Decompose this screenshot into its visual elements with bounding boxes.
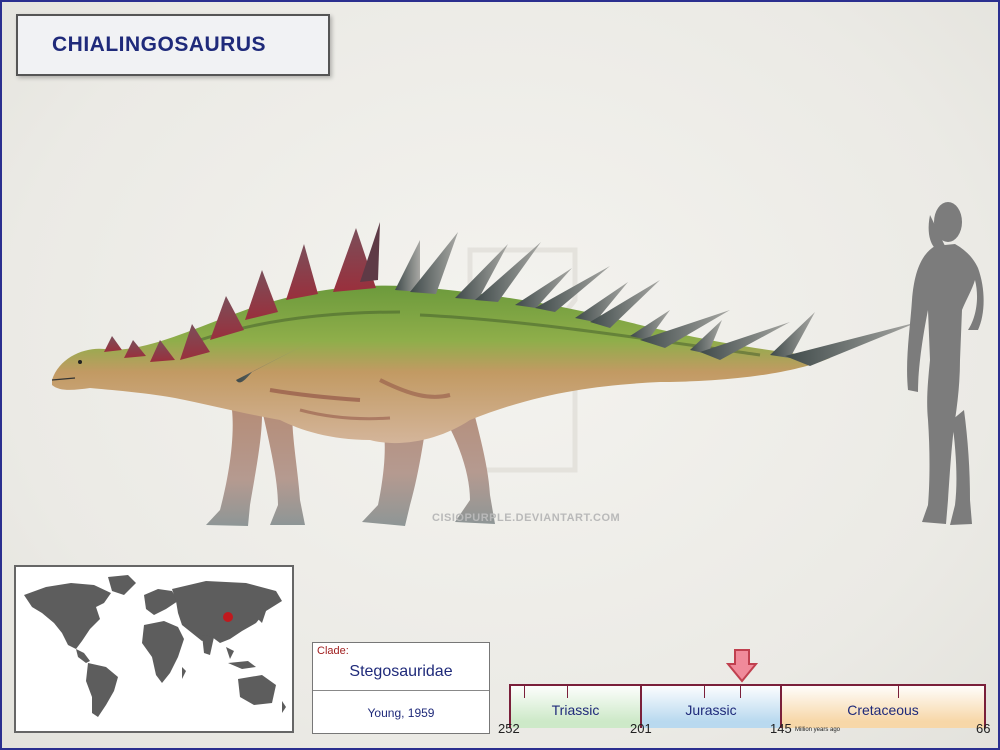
clade-author: Young, 1959 <box>367 706 435 720</box>
tick-minor <box>704 684 705 698</box>
period-label-triassic: Triassic <box>551 702 600 718</box>
clade-divider <box>313 690 489 691</box>
tick-minor <box>898 684 899 698</box>
period-label-cretaceous: Cretaceous <box>847 702 919 718</box>
tick-label-145: 145 <box>770 721 792 736</box>
clade-label: Clade: <box>317 645 349 657</box>
human-silhouette <box>907 202 984 525</box>
clade-name: Stegosauridae <box>349 663 453 680</box>
tick-label-252: 252 <box>498 721 520 736</box>
tick-label-66: 66 <box>976 721 991 736</box>
world-map-graphic <box>24 575 286 717</box>
tick-minor <box>740 684 741 698</box>
tick-minor <box>567 684 568 698</box>
geologic-timeline: Triassic Jurassic Cretaceous 252 201 145… <box>498 640 1000 745</box>
world-map <box>14 565 294 733</box>
period-label-jurassic: Jurassic <box>685 702 737 718</box>
watermark-text: CISIOPURPLE.DEVIANTART.COM <box>432 512 621 524</box>
timeline-unit: Million years ago <box>795 727 841 733</box>
location-marker-icon <box>223 612 233 622</box>
tick-minor <box>524 684 525 698</box>
stegosaur-illustration <box>51 222 918 526</box>
timeline-baseline <box>510 684 985 686</box>
clade-box: Clade: Stegosauridae Young, 1959 <box>312 642 490 734</box>
illustration-canvas <box>51 202 984 526</box>
down-arrow-icon <box>726 649 758 683</box>
tick-label-201: 201 <box>630 721 652 736</box>
